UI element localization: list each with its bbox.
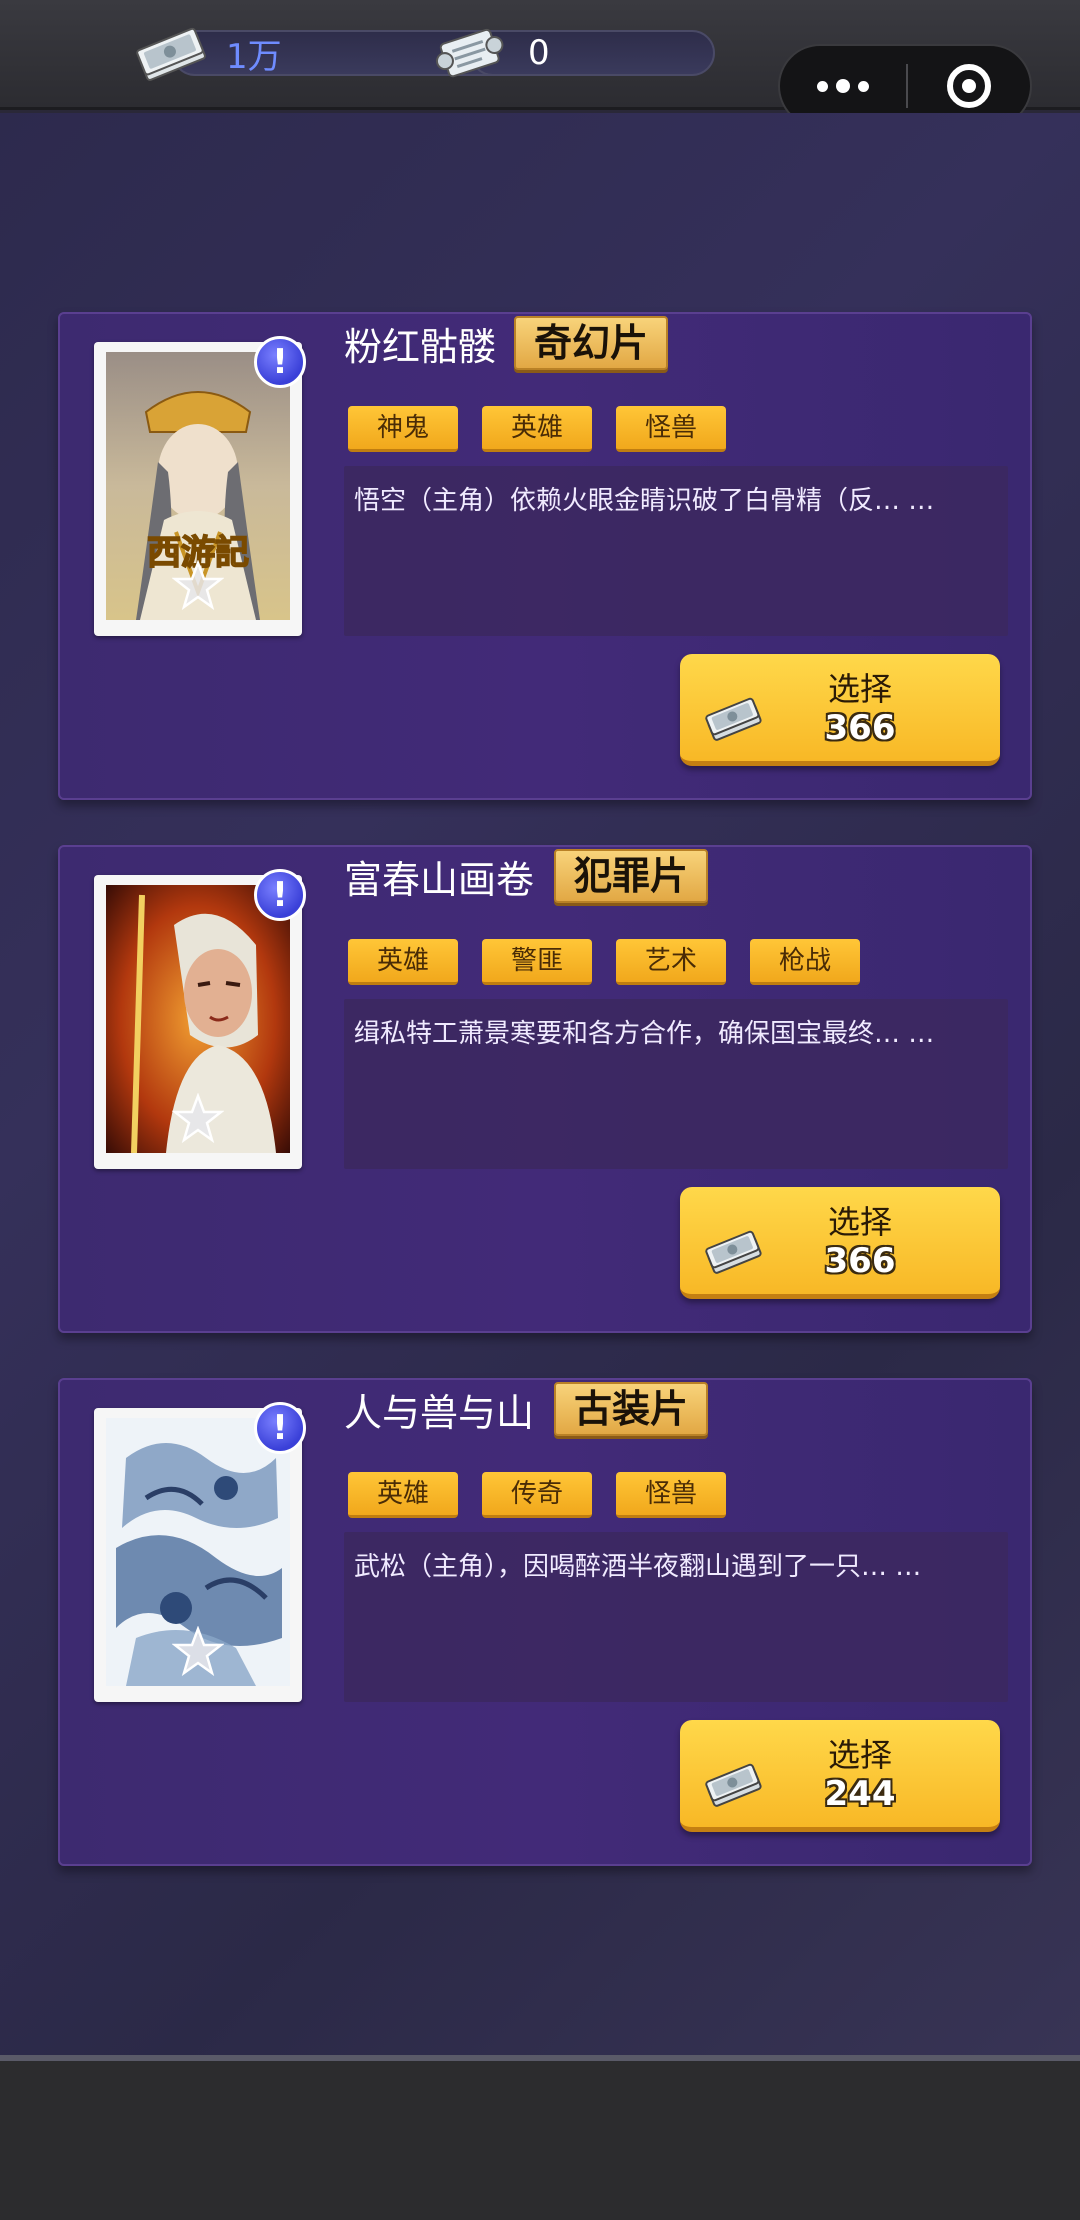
movie-description: 悟空（主角）依赖火眼金睛识破了白骨精（反… … [354, 486, 935, 516]
movie-title-row: 粉红骷髅 [344, 320, 496, 374]
star-icon[interactable] [172, 1626, 224, 1678]
movie-title-row: 富春山画卷 [344, 853, 534, 907]
movie-title-row: 人与兽与山 [344, 1386, 534, 1440]
movie-description: 缉私特工萧景寒要和各方合作，确保国宝最终… … [354, 1019, 935, 1049]
scroll-ticket-icon [435, 28, 504, 78]
tag: 艺术 [616, 939, 726, 985]
select-button-label: 选择 [827, 1203, 892, 1241]
genre-badge: 古装片 [554, 1382, 709, 1436]
movie-title: 富春山画卷 [344, 858, 535, 902]
select-button-price: 366 [824, 708, 896, 748]
select-button[interactable]: 选择 366 [680, 1187, 1000, 1299]
tag: 怪兽 [616, 1472, 726, 1518]
genre-badge: 奇幻片 [514, 316, 669, 370]
tickets-value: 0 [528, 33, 550, 73]
description-box: 悟空（主角）依赖火眼金睛识破了白骨精（反… … [344, 466, 1008, 636]
select-button[interactable]: 选择 244 [680, 1720, 1000, 1832]
description-box: 武松（主角），因喝醉酒半夜翻山遇到了一只… … [344, 1532, 1008, 1702]
tag: 神鬼 [348, 406, 458, 452]
tag: 怪兽 [616, 406, 726, 452]
bottom-bar [0, 2061, 1080, 2220]
money-stack-icon [136, 27, 206, 81]
tag: 枪战 [750, 939, 860, 985]
tag: 警匪 [482, 939, 592, 985]
movie-title: 粉红骷髅 [344, 325, 497, 369]
select-button-price: 244 [824, 1774, 896, 1814]
description-box: 缉私特工萧景寒要和各方合作，确保国宝最终… … [344, 999, 1008, 1169]
select-button-label: 选择 [827, 1736, 892, 1774]
currency-tickets[interactable]: 0 [430, 24, 715, 82]
select-button[interactable]: 选择 366 [680, 654, 1000, 766]
tag-list: 英雄 传奇 怪兽 [348, 1472, 726, 1518]
movie-poster[interactable]: ! [94, 1402, 306, 1702]
tag: 英雄 [482, 406, 592, 452]
movie-card: ! 富春山画卷 犯罪片 英雄 警匪 艺术 枪战 缉私特工萧景寒要和各方合作，确保… [58, 845, 1032, 1333]
tag-list: 英雄 警匪 艺术 枪战 [348, 939, 860, 985]
top-bar: 1万 0 [0, 0, 1080, 128]
tag: 英雄 [348, 1472, 458, 1518]
movie-title: 人与兽与山 [344, 1391, 535, 1435]
star-icon[interactable] [172, 1093, 224, 1145]
tag-list: 神鬼 英雄 怪兽 [348, 406, 726, 452]
tag: 英雄 [348, 939, 458, 985]
info-badge[interactable]: ! [254, 1402, 306, 1454]
movie-poster[interactable]: ! [94, 869, 306, 1169]
movie-poster[interactable]: 西游記 ! [94, 336, 306, 636]
select-button-label: 选择 [827, 670, 892, 708]
star-icon[interactable] [172, 560, 224, 612]
select-button-price: 366 [824, 1241, 896, 1281]
movie-description: 武松（主角），因喝醉酒半夜翻山遇到了一只… … [354, 1552, 922, 1582]
movie-card: 西游記 ! 粉红骷髅 奇幻片 神鬼 英雄 怪兽 悟空（主角）依赖火眼金睛识破了白… [58, 312, 1032, 800]
tag: 传奇 [482, 1472, 592, 1518]
movie-card: ! 人与兽与山 古装片 英雄 传奇 怪兽 武松（主角），因喝醉酒半夜翻山遇到了一… [58, 1378, 1032, 1866]
genre-badge: 犯罪片 [554, 849, 709, 903]
info-badge[interactable]: ! [254, 336, 306, 388]
info-badge[interactable]: ! [254, 869, 306, 921]
coins-value: 1万 [226, 36, 282, 77]
